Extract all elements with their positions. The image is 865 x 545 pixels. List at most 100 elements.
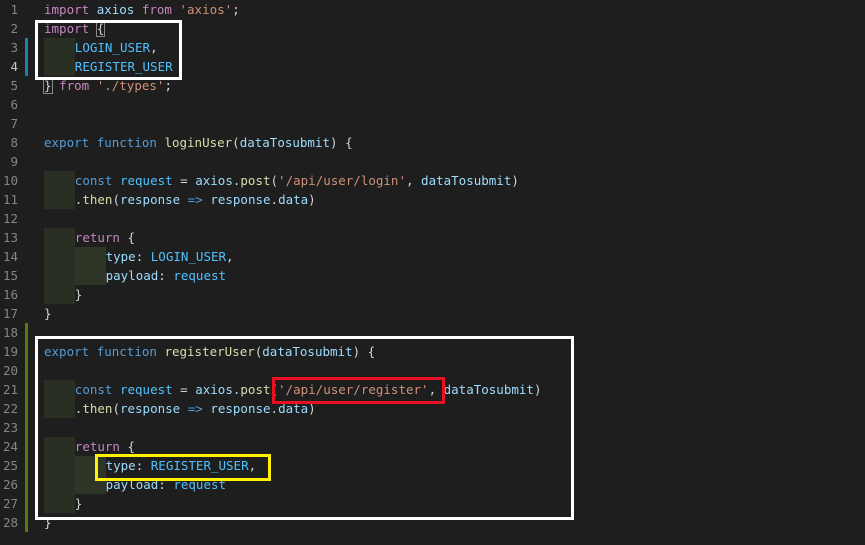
code-token: , xyxy=(226,249,234,264)
code-editor[interactable]: 1 import axios from 'axios'; 2 import {3 LOG… xyxy=(0,0,865,545)
code-line[interactable]: 18 xyxy=(0,323,865,342)
code-token: , xyxy=(248,458,257,473)
code-token: , xyxy=(428,382,444,397)
code-line[interactable]: 3 LOGIN_USER, xyxy=(0,38,865,57)
code-token: from xyxy=(141,2,172,17)
code-line[interactable]: 21 const request = axios.post('/api/user/… xyxy=(0,380,865,399)
modified-line-marker xyxy=(25,38,28,57)
code-text: payload: request xyxy=(44,266,226,285)
code-token: axios xyxy=(195,382,233,397)
added-line-marker xyxy=(25,475,28,494)
line-number: 28 xyxy=(2,515,18,530)
indent-guide xyxy=(44,190,75,209)
code-line[interactable]: 27} xyxy=(0,494,865,513)
code-token: data xyxy=(278,192,309,207)
code-line[interactable]: 13 return { xyxy=(0,228,865,247)
code-line[interactable]: 7 xyxy=(0,114,865,133)
code-token: request xyxy=(173,268,227,283)
code-text: .then(response => response.data) xyxy=(44,190,316,209)
code-line[interactable]: 17} xyxy=(0,304,865,323)
line-number: 17 xyxy=(2,306,18,321)
code-token: ; xyxy=(232,2,240,17)
code-token: ) xyxy=(308,401,316,416)
code-line[interactable]: 5} from './types'; xyxy=(0,76,865,95)
line-number: 11 xyxy=(2,192,18,207)
code-text: const request = axios.post('/api/user/lo… xyxy=(44,171,519,190)
code-line[interactable]: 22 .then(response => response.data) xyxy=(0,399,865,418)
line-number: 13 xyxy=(2,230,18,245)
code-token: response xyxy=(210,192,271,207)
code-token: dataTosubmit xyxy=(421,173,512,188)
code-token: dataTosubmit xyxy=(443,382,534,397)
code-line[interactable]: 25 type: REGISTER_USER, xyxy=(0,456,865,475)
code-line[interactable]: 2 import { xyxy=(0,19,865,38)
added-line-marker xyxy=(25,513,28,532)
code-line[interactable]: 16} xyxy=(0,285,865,304)
code-line[interactable]: 12 xyxy=(0,209,865,228)
code-token: } xyxy=(44,306,52,321)
code-line[interactable]: 6 xyxy=(0,95,865,114)
code-token: 'axios' xyxy=(179,2,233,17)
code-line[interactable]: 28} xyxy=(0,513,865,532)
code-token: = xyxy=(172,173,196,188)
code-token: ) xyxy=(533,382,542,397)
code-token: import xyxy=(44,21,90,36)
indent-guide xyxy=(44,266,75,285)
code-line[interactable]: 24 return { xyxy=(0,437,865,456)
indent-guide xyxy=(44,456,75,475)
line-number: 16 xyxy=(2,287,18,302)
line-number: 24 xyxy=(2,439,18,454)
code-token: response xyxy=(119,401,181,416)
modified-line-marker xyxy=(25,57,28,76)
code-token: ) { xyxy=(352,344,376,359)
code-token: return xyxy=(74,230,120,245)
code-token: const xyxy=(74,173,113,188)
code-line[interactable]: 20 xyxy=(0,361,865,380)
code-token: type xyxy=(105,458,136,473)
code-token: => xyxy=(187,192,203,207)
line-number: 20 xyxy=(2,363,18,378)
code-token: . xyxy=(270,401,279,416)
code-line[interactable]: 15 payload: request xyxy=(0,266,865,285)
indent-guide xyxy=(44,38,75,57)
code-token: ) { xyxy=(330,135,353,150)
code-token: { xyxy=(119,439,136,454)
code-line[interactable]: 14 type: LOGIN_USER, xyxy=(0,247,865,266)
line-number: 14 xyxy=(2,249,18,264)
code-line[interactable]: 10 const request = axios.post('/api/user/… xyxy=(0,171,865,190)
line-number: 12 xyxy=(2,211,18,226)
code-token: ( xyxy=(112,401,120,416)
code-text: export function loginUser(dataTosubmit) … xyxy=(44,133,353,152)
code-token: { xyxy=(119,230,136,245)
code-token: ) xyxy=(511,173,519,188)
line-number: 1 xyxy=(10,2,18,17)
code-token: registerUser xyxy=(164,344,255,359)
code-text: .then(response => response.data) xyxy=(44,399,316,418)
line-number: 10 xyxy=(2,173,18,188)
code-token: => xyxy=(187,401,203,416)
code-token: , xyxy=(405,173,422,188)
code-line[interactable]: 9 xyxy=(0,152,865,171)
code-line[interactable]: 11 .then(response => response.data) xyxy=(0,190,865,209)
code-line[interactable]: 4 REGISTER_USER xyxy=(0,57,865,76)
code-token: LOGIN_USER xyxy=(150,249,227,264)
code-text: payload: request xyxy=(44,475,226,494)
code-line[interactable]: 19 export function registerUser(dataTosub… xyxy=(0,342,865,361)
code-token: = xyxy=(172,382,196,397)
code-token: : xyxy=(158,268,174,283)
code-line[interactable]: 26 payload: request xyxy=(0,475,865,494)
added-line-marker xyxy=(25,323,28,342)
code-token: then xyxy=(82,192,113,207)
indent-guide xyxy=(74,247,106,266)
code-line[interactable]: 23 xyxy=(0,418,865,437)
code-line[interactable]: 8 export function loginUser(dataTosubmit)… xyxy=(0,133,865,152)
code-line[interactable]: 1 import axios from 'axios'; xyxy=(0,0,865,19)
code-text: import axios from 'axios'; xyxy=(44,0,240,19)
code-token: , xyxy=(150,40,158,55)
code-token: loginUser xyxy=(164,135,233,150)
code-token: ; xyxy=(164,78,172,93)
code-token: REGISTER_USER xyxy=(150,458,249,473)
